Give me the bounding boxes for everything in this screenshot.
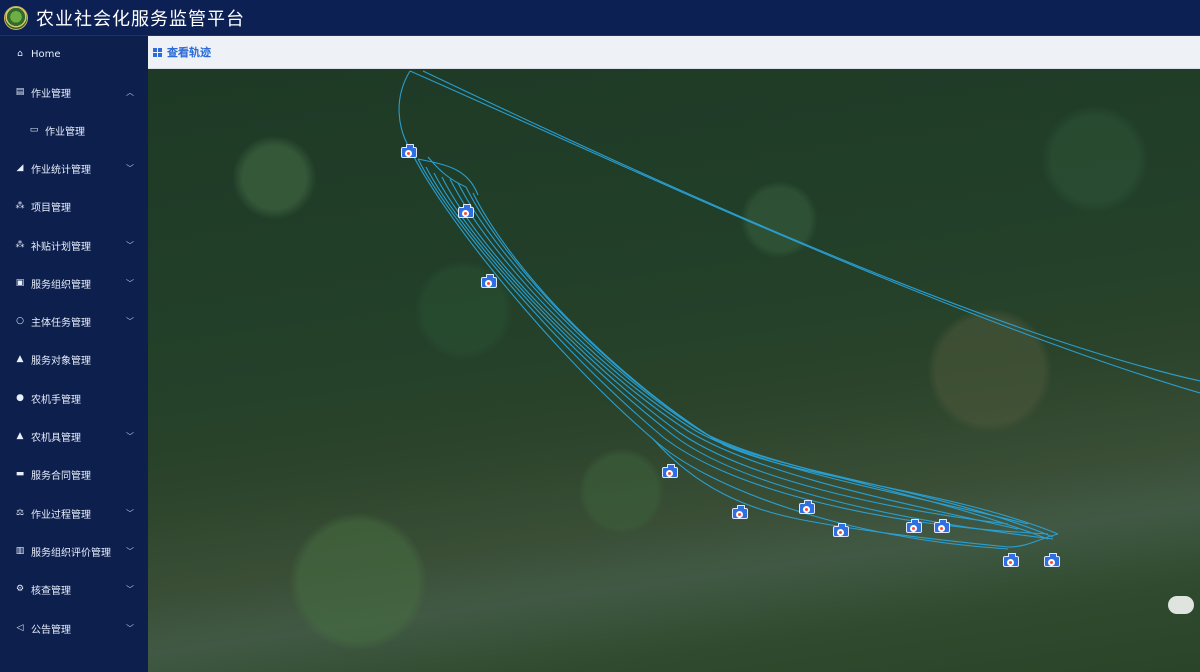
sidebar-item-label: 作业过程管理 bbox=[31, 509, 91, 521]
sidebar-item-label: 主体任务管理 bbox=[31, 317, 91, 329]
sidebar-item-service-org[interactable]: ▣ 服务组织管理 ﹀ bbox=[0, 268, 148, 298]
track-line bbox=[449, 178, 1029, 525]
group-icon: ▲ bbox=[16, 431, 24, 441]
camera-marker[interactable] bbox=[1044, 553, 1060, 567]
home-icon: ⌂ bbox=[17, 49, 23, 59]
chevron-down-icon: ﹀ bbox=[126, 431, 134, 441]
speaker-icon: ◁ bbox=[16, 623, 24, 633]
camera-marker[interactable] bbox=[458, 204, 474, 218]
breadcrumb: 查看轨迹 bbox=[148, 36, 1200, 69]
app-title: 农业社会化服务监管平台 bbox=[36, 8, 245, 30]
sidebar-item-org-evaluation[interactable]: ▥ 服务组织评价管理 ﹀ bbox=[0, 536, 148, 566]
logo-icon bbox=[4, 5, 28, 30]
sidebar-item-task-statistics[interactable]: ◢ 作业统计管理 ﹀ bbox=[0, 153, 148, 183]
camera-marker[interactable] bbox=[662, 464, 678, 478]
sidebar-item-label: 补贴计划管理 bbox=[31, 241, 91, 253]
track-line bbox=[441, 176, 1019, 530]
sidebar-item-subsidy-plan[interactable]: ⁂ 补贴计划管理 ﹀ bbox=[0, 230, 148, 260]
chevron-down-icon: ﹀ bbox=[126, 240, 134, 250]
sidebar-item-label: 服务组织评价管理 bbox=[31, 547, 111, 559]
sidebar-item-label: 农机具管理 bbox=[31, 432, 81, 444]
sidebar-item-label: 作业管理 bbox=[31, 88, 71, 100]
sidebar-item-label: 服务对象管理 bbox=[31, 355, 91, 367]
cycle-icon: ○ bbox=[16, 316, 24, 326]
sidebar-item-label: 农机手管理 bbox=[31, 394, 81, 406]
camera-marker[interactable] bbox=[732, 505, 748, 519]
camera-marker[interactable] bbox=[833, 523, 849, 537]
sidebar-item-label: 作业统计管理 bbox=[31, 164, 91, 176]
gear-icon: ⚙ bbox=[15, 584, 25, 594]
map-control-button[interactable] bbox=[1168, 596, 1194, 614]
sidebar-item-service-target[interactable]: ▲ 服务对象管理 bbox=[0, 344, 148, 374]
chevron-down-icon: ﹀ bbox=[126, 546, 134, 556]
sidebar-item-label: Home bbox=[31, 48, 61, 60]
track-line bbox=[472, 192, 1059, 535]
camera-marker[interactable] bbox=[481, 274, 497, 288]
track-line bbox=[409, 70, 1200, 394]
chevron-down-icon: ﹀ bbox=[126, 584, 134, 594]
sidebar-item-service-contract[interactable]: ▬ 服务合同管理 bbox=[0, 459, 148, 489]
tree-icon: ⁂ bbox=[15, 201, 25, 211]
card-icon: ▣ bbox=[15, 278, 25, 288]
sidebar-item-label: 服务组织管理 bbox=[31, 279, 91, 291]
track-line bbox=[417, 158, 1049, 535]
chevron-down-icon: ﹀ bbox=[126, 508, 134, 518]
chevron-down-icon: ﹀ bbox=[126, 163, 134, 173]
camera-marker[interactable] bbox=[1003, 553, 1019, 567]
breadcrumb-label[interactable]: 查看轨迹 bbox=[167, 44, 211, 60]
sidebar-item-process[interactable]: ⚖ 作业过程管理 ﹀ bbox=[0, 498, 148, 528]
track-layer bbox=[398, 70, 1200, 550]
sidebar-item-machine-operator[interactable]: ● 农机手管理 bbox=[0, 383, 148, 413]
camera-marker[interactable] bbox=[401, 144, 417, 158]
track-line bbox=[465, 186, 1054, 538]
user-icon: ● bbox=[16, 393, 24, 403]
camera-marker[interactable] bbox=[799, 500, 815, 514]
sidebar-item-label: 服务合同管理 bbox=[31, 470, 91, 482]
sidebar-item-label: 作业管理 bbox=[45, 126, 85, 138]
sidebar-item-label: 公告管理 bbox=[31, 624, 71, 636]
doc-icon: ▥ bbox=[15, 546, 25, 556]
clipboard-icon: ▤ bbox=[15, 87, 25, 97]
camera-marker[interactable] bbox=[934, 519, 950, 533]
sidebar-item-label: 项目管理 bbox=[31, 202, 71, 214]
window-icon: ▭ bbox=[29, 125, 39, 135]
scale-icon: ⚖ bbox=[15, 508, 25, 518]
camera-marker[interactable] bbox=[906, 519, 922, 533]
sidebar-item-inspection[interactable]: ⚙ 核查管理 ﹀ bbox=[0, 574, 148, 604]
sidebar-item-announcement[interactable]: ◁ 公告管理 ﹀ bbox=[0, 613, 148, 643]
chevron-down-icon: ﹀ bbox=[126, 623, 134, 633]
sidebar-item-home[interactable]: ⌂ Home bbox=[0, 39, 148, 69]
track-line bbox=[457, 182, 1049, 540]
sidebar-item-machinery[interactable]: ▲ 农机具管理 ﹀ bbox=[0, 421, 148, 451]
sidebar-subitem-task-management[interactable]: ▭ 作业管理 bbox=[0, 115, 148, 145]
chevron-down-icon: ﹀ bbox=[126, 278, 134, 288]
grid-icon bbox=[153, 47, 162, 57]
top-bar: 农业社会化服务监管平台 bbox=[0, 0, 1200, 36]
tree-icon: ⁂ bbox=[15, 240, 25, 250]
track-line bbox=[398, 70, 1009, 550]
main-content: 查看轨迹 bbox=[148, 36, 1200, 672]
contract-icon: ▬ bbox=[15, 469, 25, 479]
sidebar-item-label: 核查管理 bbox=[31, 585, 71, 597]
track-line bbox=[433, 172, 1009, 525]
sidebar-item-project[interactable]: ⁂ 项目管理 bbox=[0, 191, 148, 221]
chevron-down-icon: ﹀ bbox=[126, 316, 134, 326]
sidebar: ⌂ Home ▤ 作业管理 ︿ ▭ 作业管理 ◢ 作业统计管理 ﹀ ⁂ 项目管理… bbox=[0, 36, 148, 672]
satellite-map[interactable] bbox=[148, 69, 1200, 672]
sidebar-item-task-management[interactable]: ▤ 作业管理 ︿ bbox=[0, 77, 148, 107]
track-line bbox=[425, 166, 1054, 540]
sidebar-item-subject-task[interactable]: ○ 主体任务管理 ﹀ bbox=[0, 306, 148, 336]
chevron-up-icon: ︿ bbox=[126, 87, 134, 97]
chart-icon: ◢ bbox=[16, 163, 24, 173]
track-line bbox=[422, 70, 1200, 382]
group-icon: ▲ bbox=[16, 354, 24, 364]
